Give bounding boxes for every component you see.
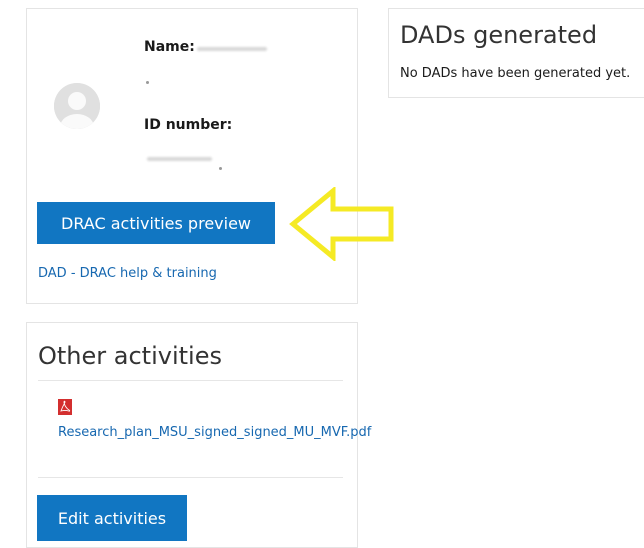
user-avatar-icon xyxy=(54,83,100,129)
edit-activities-button[interactable]: Edit activities xyxy=(37,495,187,541)
other-activities-card: Other activities Research_plan_MSU_signe… xyxy=(26,322,371,548)
drac-activities-preview-button[interactable]: DRAC activities preview xyxy=(37,202,275,244)
pdf-file-link[interactable]: Research_plan_MSU_signed_signed_MU_MVF.p… xyxy=(58,422,371,443)
drac-help-training-link[interactable]: DAD - DRAC help & training xyxy=(38,266,217,281)
highlight-arrow-icon xyxy=(289,187,394,261)
dads-generated-title: DADs generated xyxy=(400,21,598,49)
name-label: Name: xyxy=(144,39,195,55)
other-activities-title: Other activities xyxy=(38,342,222,370)
redacted-id-value xyxy=(147,157,212,161)
divider xyxy=(38,477,343,478)
avatar xyxy=(54,83,100,129)
redacted-mark xyxy=(146,81,149,84)
pdf-file-icon xyxy=(58,399,72,415)
profile-card: Name: ID number: DRAC activities preview… xyxy=(26,8,394,304)
dads-generated-card: DADs generated No DADs have been generat… xyxy=(388,8,644,98)
id-number-label: ID number: xyxy=(144,117,233,133)
divider xyxy=(38,380,343,381)
redacted-name-value xyxy=(197,47,267,51)
dads-empty-message: No DADs have been generated yet. xyxy=(400,66,631,81)
redacted-mark xyxy=(219,167,222,170)
